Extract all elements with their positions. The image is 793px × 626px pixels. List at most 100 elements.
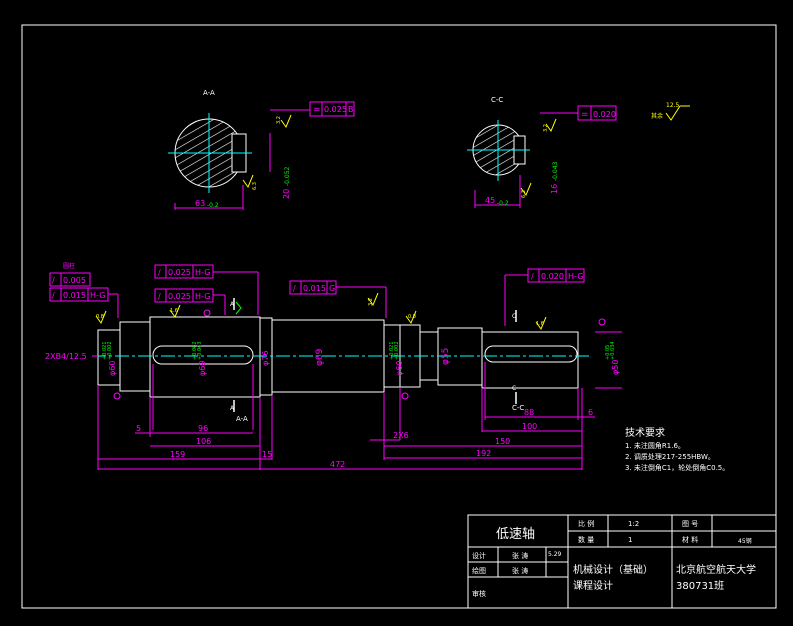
- svg-text:/: /: [52, 291, 55, 300]
- svg-text:/: /: [158, 268, 161, 277]
- qty-value: 1: [628, 536, 632, 544]
- svg-text:/: /: [52, 276, 55, 285]
- gtol-a1-datum: H-G: [195, 268, 210, 277]
- gtol-mid-datum: G: [329, 284, 335, 293]
- dia1-tol-lo: +0.002: [107, 341, 113, 360]
- r-left: 0.8: [96, 314, 104, 320]
- width-dim: 63: [195, 199, 205, 208]
- depth-tol: -0.043: [552, 161, 559, 181]
- dia4: φ69: [315, 348, 325, 366]
- shaft-outline: [97, 316, 579, 398]
- course-line2: 课程设计: [573, 579, 613, 592]
- drawing-no-label: 图 号: [682, 520, 698, 528]
- rough1: 3.2: [276, 116, 282, 124]
- material-value: 45钢: [738, 537, 752, 545]
- cut-label-c-bottom: C: [512, 385, 516, 392]
- school: 北京航空航天大学: [676, 563, 756, 576]
- width-tol: -0.2: [497, 200, 509, 207]
- scale-label: 比 例: [578, 519, 594, 528]
- dia6: φ55: [441, 348, 451, 365]
- roughness-other-label: 其余: [651, 112, 663, 120]
- dia2: φ69: [198, 361, 207, 376]
- design-label: 设计: [472, 551, 486, 560]
- dia2-tol-lo: +0.043: [197, 341, 203, 360]
- gtol-right-value: 0.020: [541, 272, 564, 281]
- dim-100: 100: [522, 422, 537, 431]
- review-label: 审核: [472, 589, 486, 598]
- material-label: 材 料: [682, 535, 698, 544]
- tol-value: 0.025: [324, 105, 347, 114]
- qty-label: 数 量: [578, 535, 594, 544]
- dim-150: 150: [495, 437, 510, 446]
- tol-datum: B: [348, 105, 354, 114]
- gtol-mid-value: 0.015: [303, 284, 326, 293]
- shaft-drawing: A-A 63 -0.2 20 -0.052 = 0.025 B 3.2 6.3 …: [21, 24, 777, 609]
- note-1: 1. 未注圆角R1.6。: [625, 441, 685, 450]
- dia1: φ60: [108, 361, 117, 376]
- note-2: 2. 调质处理217-255HBW。: [625, 452, 715, 461]
- depth-dim: 16: [550, 184, 559, 194]
- rough2: 6.3: [252, 182, 258, 190]
- design-name: 张 涛: [512, 551, 528, 560]
- dim-106: 106: [196, 437, 211, 446]
- svg-text:/: /: [158, 292, 161, 301]
- keyway-right: [484, 345, 578, 363]
- center-mark: 2XB4/12.5: [45, 352, 87, 361]
- shaft-main-view: 2XB4/12.5 圆柱 0.005 0.015 H-G / / / 0.025…: [45, 262, 622, 470]
- note-3: 3. 未注倒角C1，轮处倒角C0.5。: [625, 463, 729, 472]
- dim-15: 15: [262, 450, 272, 459]
- technical-notes: 技术要求 1. 未注圆角R1.6。 2. 调质处理217-255HBW。 3. …: [625, 426, 729, 472]
- rough2: 6.3: [521, 190, 527, 198]
- course-line1: 机械设计（基础）: [573, 563, 653, 576]
- drawing-name: 张 涛: [512, 566, 528, 575]
- dim-192: 192: [476, 449, 491, 458]
- gtol-left2-value: 0.015: [63, 291, 86, 300]
- dia7-tol-lo: +0.034: [610, 341, 616, 360]
- width-tol: -0.2: [207, 202, 219, 209]
- tol-symbol: =: [313, 105, 321, 115]
- svg-text:/: /: [531, 272, 534, 281]
- section-c-c: C-C 45 -0.2 16 -0.043 = 0.020 3.2 6.3: [467, 96, 617, 208]
- gtol-left1: 0.005: [63, 276, 86, 285]
- dim-159: 159: [170, 450, 185, 459]
- dim-6: 6: [588, 408, 593, 417]
- dim-88: 88: [524, 408, 534, 417]
- depth-dim: 20: [282, 189, 291, 199]
- section-label: C-C: [491, 96, 503, 104]
- gtol-left-title: 圆柱: [63, 262, 75, 270]
- r-mid: 3.2: [368, 298, 374, 306]
- depth-tol: -0.052: [284, 166, 291, 186]
- gtol-right-datum: H-G: [568, 272, 583, 281]
- rough1: 3.2: [543, 124, 549, 132]
- section-label: A-A: [203, 89, 215, 97]
- width-dim: 45: [485, 196, 495, 205]
- cut-section-c: C-C: [512, 404, 524, 412]
- svg-text:/: /: [293, 284, 296, 293]
- section-a-a: A-A 63 -0.2 20 -0.052 = 0.025 B 3.2 6.3: [168, 89, 355, 210]
- dim-5: 5: [136, 424, 141, 433]
- dia3: φ76: [261, 351, 270, 366]
- notes-title: 技术要求: [625, 426, 665, 439]
- gtol-a1-value: 0.025: [168, 268, 191, 277]
- dim-96: 96: [198, 424, 208, 433]
- r-right1: 0.8: [408, 314, 416, 320]
- r-a: 1.6: [170, 308, 178, 314]
- dia7: φ50: [611, 360, 620, 375]
- gtol-a2-value: 0.025: [168, 292, 191, 301]
- dia5-tol-lo: +0.002: [394, 341, 400, 360]
- dia5: φ60: [395, 361, 404, 376]
- dim-2x6: 2X6: [393, 431, 409, 440]
- roughness-other-value: 12.5: [666, 102, 680, 109]
- r-right2: 1.6: [536, 321, 544, 327]
- roughness-other: 其余 12.5: [651, 102, 690, 121]
- gtol-a2-datum: H-G: [195, 292, 210, 301]
- gtol-left2-datum: H-G: [90, 291, 105, 300]
- tol-symbol: =: [581, 110, 589, 120]
- design-date: 5.29: [548, 551, 562, 558]
- cut-section-a: A-A: [236, 415, 248, 423]
- dim-472: 472: [330, 460, 345, 469]
- part-name: 低速轴: [496, 527, 535, 542]
- class-no: 380731班: [676, 580, 724, 592]
- drawing-label: 绘图: [472, 566, 486, 575]
- scale-value: 1:2: [628, 520, 639, 528]
